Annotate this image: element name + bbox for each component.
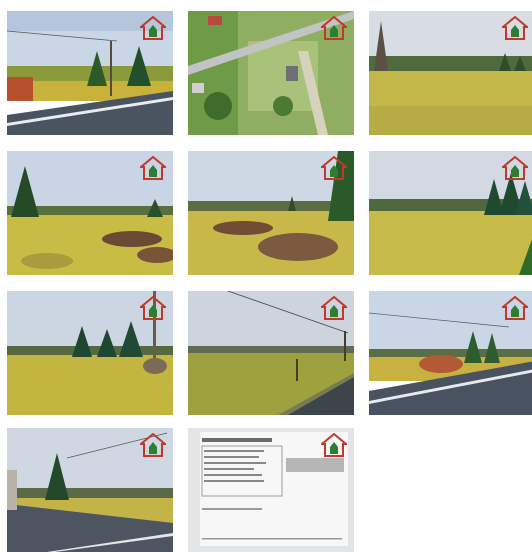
photo-gallery [0,0,532,552]
house-logo-icon [321,296,347,320]
house-logo-icon [140,16,166,40]
house-logo-icon [140,433,166,457]
photo-meadow-spruce[interactable] [7,151,173,275]
photo-meadow-pole[interactable] [7,291,173,415]
house-logo-icon [321,433,347,457]
photo-document-scan[interactable] [188,428,354,552]
photo-road-meadow[interactable] [7,11,173,135]
house-logo-icon [140,296,166,320]
house-logo-icon [140,156,166,180]
photo-road-field[interactable] [188,291,354,415]
photo-road-trees[interactable] [369,291,532,415]
house-logo-icon [502,16,528,40]
house-logo-icon [321,16,347,40]
house-logo-icon [502,156,528,180]
photo-meadow-bushes[interactable] [188,151,354,275]
house-logo-icon [502,296,528,320]
photo-road-houses[interactable] [7,428,173,552]
photo-aerial-map[interactable] [188,11,354,135]
house-logo-icon [321,156,347,180]
photo-meadow-forest[interactable] [369,151,532,275]
photo-meadow-treeline[interactable] [369,11,532,135]
